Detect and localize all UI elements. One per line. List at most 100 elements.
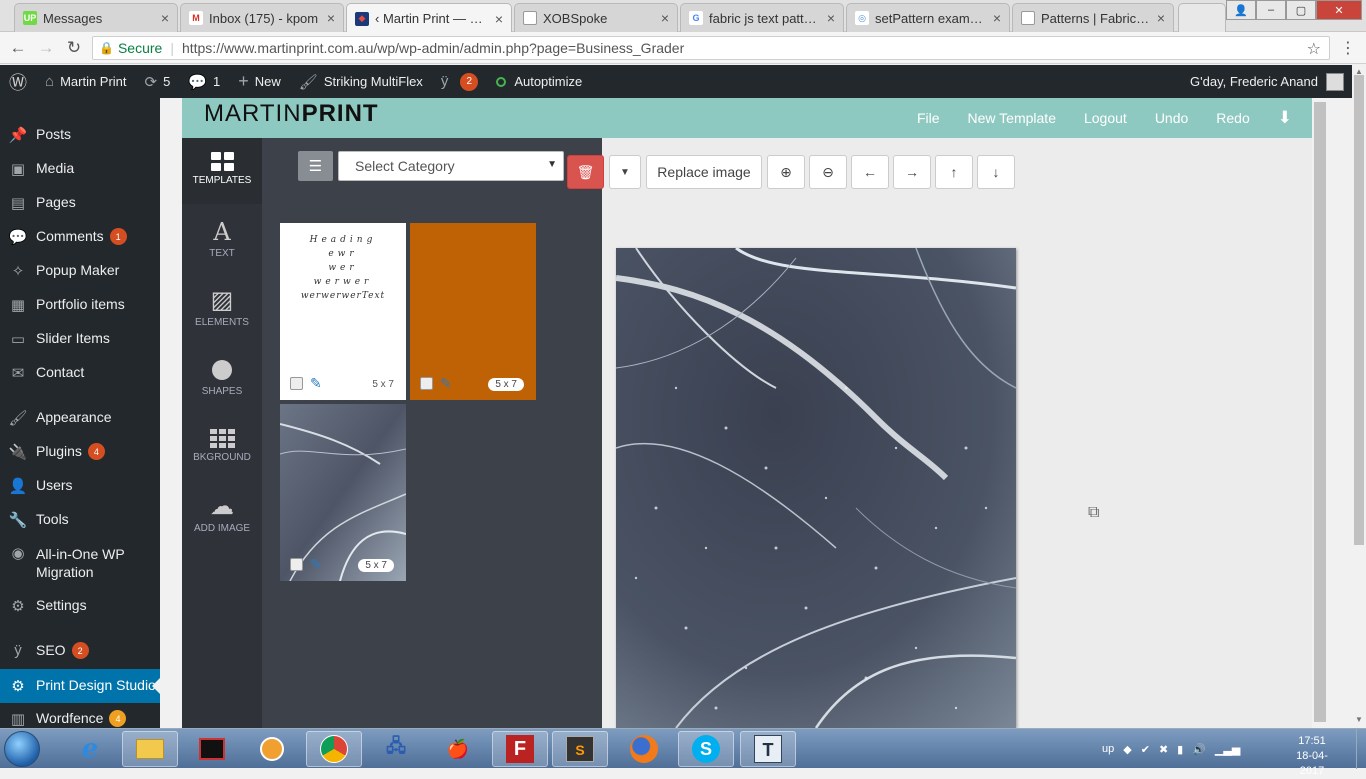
- category-select[interactable]: Select Category ▼: [338, 151, 564, 181]
- system-clock[interactable]: 17:51 18-04-2017: [1286, 734, 1338, 779]
- forward-arrow-icon[interactable]: →: [36, 38, 56, 58]
- sidebar-item-slider[interactable]: ▭ Slider Items: [0, 330, 160, 348]
- scroll-down-icon[interactable]: ▼: [1355, 715, 1363, 724]
- close-icon[interactable]: ×: [161, 10, 169, 26]
- updates-link[interactable]: ⟳ 5: [136, 65, 180, 98]
- tab-google-search[interactable]: G fabric js text pattern ×: [680, 3, 844, 32]
- internet-explorer-icon[interactable]: e: [62, 731, 118, 767]
- app-tray-icon[interactable]: ✔: [1141, 743, 1150, 756]
- windows-start-icon[interactable]: [4, 731, 40, 767]
- network-error-tray-icon[interactable]: ✖: [1159, 743, 1168, 756]
- new-template-button[interactable]: New Template: [968, 110, 1056, 126]
- app-scrollbar[interactable]: [1312, 98, 1352, 728]
- account-menu[interactable]: G'day, Frederic Anand: [1190, 65, 1344, 98]
- hamburger-icon[interactable]: ☰: [298, 151, 333, 181]
- template-thumbnail[interactable]: ✎ 5 x 7: [410, 223, 536, 400]
- zoom-out-button[interactable]: ⊖: [809, 155, 847, 189]
- file-menu[interactable]: File: [917, 110, 940, 126]
- typing-app-icon[interactable]: T: [740, 731, 796, 767]
- template-thumbnail[interactable]: ✎ 5 x 7: [280, 404, 406, 581]
- logout-button[interactable]: Logout: [1084, 110, 1127, 126]
- rail-elements[interactable]: ▨ ELEMENTS: [182, 287, 262, 328]
- autoptimize-link[interactable]: Autoptimize: [487, 65, 591, 98]
- scrollbar-thumb[interactable]: [1354, 75, 1364, 545]
- rail-shapes[interactable]: SHAPES: [182, 354, 262, 397]
- signal-icon[interactable]: ▁▃▅: [1215, 743, 1240, 756]
- back-arrow-icon[interactable]: ←: [8, 38, 28, 58]
- rail-text[interactable]: A TEXT: [182, 218, 262, 259]
- sidebar-item-tools[interactable]: 🔧 Tools: [0, 511, 160, 529]
- close-icon[interactable]: ×: [661, 10, 669, 26]
- scrollbar-thumb[interactable]: [1314, 102, 1326, 722]
- undo-button[interactable]: Undo: [1155, 110, 1188, 126]
- sidebar-item-posts[interactable]: 📌 Posts: [0, 126, 160, 144]
- replace-image-button[interactable]: Replace image: [646, 155, 762, 189]
- sidebar-item-media[interactable]: ▣ Media: [0, 160, 160, 178]
- profile-icon[interactable]: 👤: [1226, 0, 1256, 20]
- filezilla-icon[interactable]: F: [492, 731, 548, 767]
- close-icon[interactable]: ×: [327, 10, 335, 26]
- more-options-dropdown[interactable]: ▼: [609, 155, 641, 189]
- sidebar-item-print-design-studio[interactable]: ⚙ Print Design Studio: [0, 669, 160, 703]
- design-canvas[interactable]: [616, 248, 1016, 728]
- template-checkbox[interactable]: [290, 558, 303, 571]
- tab-patterns-fabric[interactable]: Patterns | Fabric.js D ×: [1012, 3, 1174, 32]
- edit-icon[interactable]: ✎: [440, 375, 452, 392]
- zoom-in-button[interactable]: ⊕: [767, 155, 805, 189]
- close-icon[interactable]: ×: [495, 11, 503, 27]
- edit-icon[interactable]: ✎: [310, 556, 322, 573]
- rail-background[interactable]: BKGROUND: [182, 425, 262, 463]
- tab-messages[interactable]: UP Messages ×: [14, 3, 178, 32]
- sidebar-item-wordfence[interactable]: ▥ Wordfence 4: [0, 710, 160, 728]
- move-right-button[interactable]: →: [893, 155, 931, 189]
- sidebar-item-pages[interactable]: ▤ Pages: [0, 194, 160, 212]
- tab-setpattern[interactable]: ◎ setPattern example ×: [846, 3, 1010, 32]
- delete-button[interactable]: 🗑: [567, 155, 604, 189]
- sidebar-item-comments[interactable]: 💬 Comments 1: [0, 228, 160, 246]
- maximize-icon[interactable]: ▢: [1286, 0, 1316, 20]
- redo-button[interactable]: Redo: [1216, 110, 1249, 126]
- edit-icon[interactable]: ✎: [310, 375, 322, 392]
- tab-inbox[interactable]: M Inbox (175) - kpom ×: [180, 3, 344, 32]
- url-input[interactable]: 🔒 Secure | https://www.martinprint.com.a…: [92, 36, 1330, 60]
- new-content-link[interactable]: + New: [229, 65, 290, 98]
- tab-xobspoke[interactable]: XOBSpoke ×: [514, 3, 678, 32]
- firefox-icon[interactable]: [616, 731, 672, 767]
- upwork-tray-icon[interactable]: up: [1102, 743, 1114, 755]
- file-explorer-icon[interactable]: [122, 731, 178, 767]
- yoast-link[interactable]: ÿ2: [432, 65, 488, 98]
- close-icon[interactable]: ×: [1157, 10, 1165, 26]
- reload-icon[interactable]: ↻: [64, 38, 84, 58]
- rail-templates[interactable]: TEMPLATES: [182, 138, 262, 204]
- fruit-app-icon[interactable]: 🍎: [430, 731, 486, 767]
- chrome-icon[interactable]: [306, 731, 362, 767]
- sidebar-item-seo[interactable]: ÿ SEO 2: [0, 642, 160, 659]
- new-tab-button[interactable]: [1178, 3, 1226, 32]
- terminal-icon[interactable]: [184, 731, 240, 767]
- browser-menu-icon[interactable]: ⋮: [1340, 38, 1356, 58]
- template-checkbox[interactable]: [420, 377, 433, 390]
- template-checkbox[interactable]: [290, 377, 303, 390]
- sidebar-item-users[interactable]: 👤 Users: [0, 477, 160, 495]
- battery-icon[interactable]: ▮: [1177, 743, 1183, 756]
- page-scrollbar[interactable]: ▲ ▼: [1352, 65, 1366, 728]
- move-down-button[interactable]: ↓: [977, 155, 1015, 189]
- wordpress-logo-icon[interactable]: Ⓦ: [0, 65, 36, 98]
- bookmark-star-icon[interactable]: ☆: [1307, 39, 1321, 59]
- template-thumbnail[interactable]: Heading ewr wer werwer werwerwerText ✎ 5…: [280, 223, 406, 400]
- window-close-icon[interactable]: ✕: [1316, 0, 1362, 20]
- sidebar-item-portfolio[interactable]: ▦ Portfolio items: [0, 296, 160, 314]
- download-icon[interactable]: ⬇: [1278, 108, 1292, 128]
- sidebar-item-appearance[interactable]: 🖌 Appearance: [0, 409, 160, 427]
- dropbox-tray-icon[interactable]: ◆: [1123, 743, 1131, 756]
- close-icon[interactable]: ×: [993, 10, 1001, 26]
- sidebar-item-contact[interactable]: ✉ Contact: [0, 364, 160, 382]
- volume-icon[interactable]: 🔊: [1192, 743, 1206, 756]
- sidebar-item-popup-maker[interactable]: ✧ Popup Maker: [0, 262, 160, 280]
- sublime-text-icon[interactable]: S: [552, 731, 608, 767]
- close-icon[interactable]: ×: [827, 10, 835, 26]
- minimize-icon[interactable]: –: [1256, 0, 1286, 20]
- network-icon[interactable]: 🖧: [368, 731, 424, 767]
- media-player-icon[interactable]: [244, 731, 300, 767]
- clone-icon[interactable]: ⧉: [1088, 504, 1099, 522]
